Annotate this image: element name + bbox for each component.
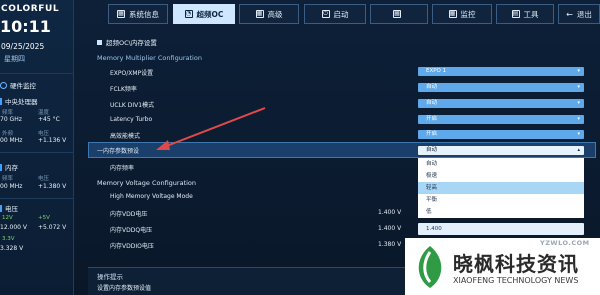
tab-tools[interactable]: ▤ 工具 <box>496 4 554 24</box>
arrow-left-icon: ← <box>566 9 573 19</box>
grid-icon: ▦ <box>117 10 125 18</box>
dropdown-uclk[interactable]: 自动 ▾ <box>418 99 584 108</box>
tab-advanced[interactable]: ▦ 高级 <box>239 4 299 24</box>
sidebar: COLORFUL 10:11 09/25/2025 星期四 硬件监控 中央处理器… <box>0 0 74 295</box>
footer-hint: 设置内存参数预设值 <box>97 285 152 292</box>
v5-label: +5V <box>38 215 50 221</box>
chevron-down-icon: ▾ <box>577 116 580 122</box>
chevron-down-icon: ▾ <box>577 68 580 74</box>
breadcrumb: 超频OC\内存设置 <box>97 37 157 47</box>
section-memory-voltage: Memory Voltage Configuration <box>97 179 197 187</box>
v12-label: 12V <box>2 215 13 221</box>
toolbox-icon: ▤ <box>511 10 520 18</box>
chevron-down-icon: ▾ <box>577 131 580 137</box>
vddq-value: 1.400 V <box>378 225 402 232</box>
tab-system-info[interactable]: ▦ 系统信息 <box>108 4 168 24</box>
option-extreme[interactable]: 极速 <box>418 170 584 182</box>
section-marker <box>0 98 2 105</box>
monitor-icon <box>0 82 7 89</box>
v33-label: 3.3V <box>2 236 15 242</box>
dropdown-expo[interactable]: EXPO 1 ▾ <box>418 67 584 76</box>
row-label-vddq: 内存VDDQ电压 <box>110 227 153 234</box>
cpu-section-title: 中央处理器 <box>0 96 38 106</box>
clock: 10:11 <box>0 17 51 36</box>
row-label-vdd: 内存VDD电压 <box>110 211 148 218</box>
tab-monitor[interactable]: ▦ 监控 <box>432 4 492 24</box>
chevron-down-icon: ▾ <box>577 84 580 90</box>
option-light-high[interactable]: 轻高 <box>418 182 584 194</box>
row-label-vddio: 内存VDDIO电压 <box>110 243 154 250</box>
top-tabs: ▦ 系统信息 ◔ 超频OC ▦ 高级 ⏻ 启动 ▦ ▦ 监控 ▤ 工具 ← 退出 <box>108 4 600 24</box>
row-label-memory-freq: 内存频率 <box>110 165 135 172</box>
hw-monitor-title: 硬件监控 <box>0 80 36 90</box>
divider <box>0 152 74 153</box>
row-label-memory-preset: 一内存参数预设 <box>97 148 140 155</box>
section-marker <box>0 164 2 171</box>
vdd-value: 1.400 V <box>378 209 402 216</box>
v33-value: 3.328 V <box>0 245 24 252</box>
dropdown-fclk[interactable]: 自动 ▾ <box>418 83 584 92</box>
footer-title: 操作提示 <box>97 273 123 281</box>
tab-unlabeled[interactable]: ▦ <box>370 4 428 24</box>
mem-volt-label: 电压 <box>38 176 50 182</box>
speedometer-icon: ◔ <box>184 10 193 18</box>
grid-icon: ▦ <box>255 10 264 18</box>
square-icon <box>97 40 102 45</box>
vddio-value: 1.380 V <box>378 241 402 248</box>
chevron-up-icon: ▴ <box>577 147 580 153</box>
dropdown-performance[interactable]: 开启 ▾ <box>418 130 584 139</box>
cpu-temp-value: +45 °C <box>38 116 60 123</box>
option-balanced[interactable]: 平衡 <box>418 194 584 206</box>
tab-overclock[interactable]: ◔ 超频OC <box>173 4 235 24</box>
preset-options-list: 自动 极速 轻高 平衡 低 <box>418 158 584 218</box>
section-marker <box>0 205 2 212</box>
option-auto[interactable]: 自动 <box>418 158 584 170</box>
mem-volt-value: +1.380 V <box>38 183 67 190</box>
arrow-head <box>156 140 170 150</box>
tab-exit[interactable]: ← 退出 <box>558 4 600 24</box>
leaf-logo-icon <box>418 246 442 288</box>
row-label-latency-turbo: Latency Turbo <box>110 116 153 123</box>
red-arrow-annotation <box>156 107 266 150</box>
monitor-icon: ▦ <box>448 10 457 18</box>
voltage-input[interactable]: 1.400 <box>418 223 584 235</box>
row-label-uclk: UCLK DIV1模式 <box>110 102 155 109</box>
watermark: YZWLO.COM 晓枫科技资讯 XIAOFENG TECHNOLOGY NEW… <box>405 238 600 295</box>
row-label-fclk: FCLK频率 <box>110 86 137 93</box>
date: 09/25/2025 <box>1 42 45 51</box>
mem-freq-value: 00 MHz <box>0 183 23 190</box>
section-memory-multiplier: Memory Multiplier Configuration <box>97 54 202 62</box>
watermark-subtitle: XIAOFENG TECHNOLOGY NEWS <box>453 276 579 285</box>
cpu-volt-label: 电压 <box>38 131 50 137</box>
cpu-bclk-value: 00 MHz <box>0 137 23 144</box>
power-icon: ⏻ <box>321 10 330 18</box>
v5-value: +5.072 V <box>38 224 67 231</box>
cpu-freq-label: 频率 <box>2 110 14 116</box>
cpu-bclk-label: 外频 <box>2 131 14 137</box>
cpu-volt-value: +1.136 V <box>38 137 67 144</box>
arrow-line <box>163 107 266 148</box>
dropdown-latency-turbo[interactable]: 开启 ▾ <box>418 115 584 124</box>
row-label-high-voltage-mode: High Memory Voltage Mode <box>110 193 193 200</box>
mem-freq-label: 频率 <box>2 176 14 182</box>
divider <box>0 73 74 74</box>
v12-value: 12.000 V <box>0 224 28 231</box>
row-label-performance: 高效能模式 <box>110 133 141 140</box>
brand-logo: COLORFUL <box>1 4 60 14</box>
cpu-temp-label: 温度 <box>38 110 50 116</box>
divider <box>0 198 74 199</box>
volt-section-title: 电压 <box>0 203 18 213</box>
cpu-freq-value: 70 GHz <box>0 116 22 123</box>
row-label-expo: EXPO/XMP设置 <box>110 70 154 77</box>
option-low[interactable]: 低 <box>418 206 584 218</box>
dropdown-memory-preset[interactable]: 自动 ▴ <box>418 146 584 155</box>
mem-section-title: 内存 <box>0 162 18 172</box>
watermark-url: YZWLO.COM <box>540 239 590 247</box>
watermark-title: 晓枫科技资讯 <box>453 252 579 276</box>
bios-screen: COLORFUL 10:11 09/25/2025 星期四 硬件监控 中央处理器… <box>0 0 600 295</box>
chevron-down-icon: ▾ <box>577 100 580 106</box>
weekday: 星期四 <box>4 55 25 63</box>
grid-icon: ▦ <box>393 10 401 18</box>
tab-boot[interactable]: ⏻ 启动 <box>304 4 366 24</box>
